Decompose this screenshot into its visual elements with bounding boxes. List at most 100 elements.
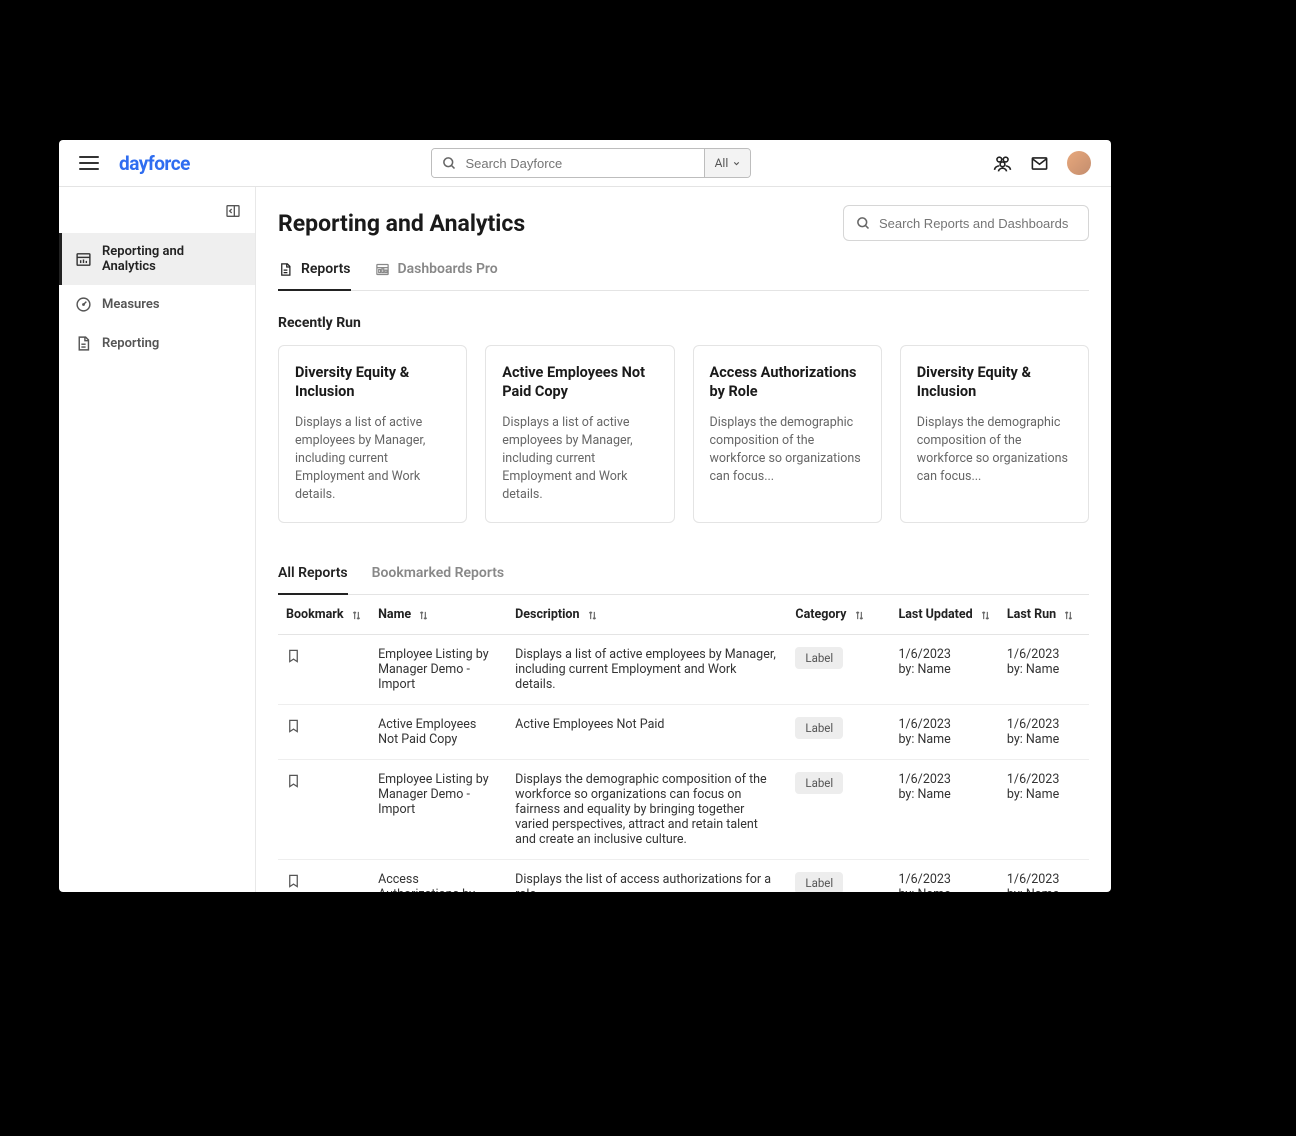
col-description[interactable]: Description	[507, 595, 787, 635]
tab-label: Reports	[301, 261, 351, 277]
sidebar-item-reporting-analytics[interactable]: Reporting and Analytics	[59, 233, 255, 285]
search-icon	[856, 216, 871, 231]
cell-category: Label	[787, 705, 890, 760]
page-title: Reporting and Analytics	[278, 210, 525, 237]
sidebar-item-label: Measures	[102, 297, 160, 312]
subtab-all-reports[interactable]: All Reports	[278, 555, 348, 595]
sort-icon	[854, 610, 865, 621]
recent-cards: Diversity Equity & Inclusion Displays a …	[278, 345, 1089, 523]
cell-description: Active Employees Not Paid	[507, 705, 787, 760]
cell-last-updated: 1/6/2023by: Name	[890, 635, 998, 705]
category-badge: Label	[795, 872, 843, 892]
sidebar: Reporting and Analytics Measures Reporti…	[59, 187, 256, 892]
dashboard-icon	[375, 262, 390, 277]
recent-card[interactable]: Diversity Equity & Inclusion Displays a …	[278, 345, 467, 523]
page-search[interactable]	[843, 205, 1089, 241]
cell-bookmark	[278, 635, 370, 705]
col-last-run[interactable]: Last Run	[999, 595, 1089, 635]
chevron-down-icon	[732, 159, 741, 168]
col-name[interactable]: Name	[370, 595, 507, 635]
main-tabs: Reports Dashboards Pro	[278, 251, 1089, 291]
global-search-filter[interactable]: All	[704, 149, 750, 177]
cell-last-updated: 1/6/2023by: Name	[890, 760, 998, 860]
avatar[interactable]	[1067, 151, 1091, 175]
col-last-updated[interactable]: Last Updated	[890, 595, 998, 635]
document-icon	[278, 262, 293, 277]
cell-name: Employee Listing by Manager Demo - Impor…	[370, 760, 507, 860]
table-row[interactable]: Active Employees Not Paid CopyActive Emp…	[278, 705, 1089, 760]
main-header: Reporting and Analytics	[278, 205, 1089, 241]
bookmark-icon[interactable]	[286, 647, 301, 665]
table-header-row: Bookmark Name Description Category	[278, 595, 1089, 635]
document-icon	[75, 335, 92, 352]
app-header: dayforce All	[59, 140, 1111, 187]
sort-icon	[418, 610, 429, 621]
cell-bookmark	[278, 760, 370, 860]
card-title: Active Employees Not Paid Copy	[502, 364, 657, 402]
cell-last-run: 1/6/2023by: Name	[999, 760, 1089, 860]
gauge-icon	[75, 296, 92, 313]
table-row[interactable]: Employee Listing by Manager Demo - Impor…	[278, 760, 1089, 860]
card-desc: Displays the demographic composition of …	[710, 414, 865, 487]
cell-name: Employee Listing by Manager Demo - Impor…	[370, 635, 507, 705]
cell-last-run: 1/6/2023by: Name	[999, 705, 1089, 760]
cell-last-updated: 1/6/2023by: Name	[890, 860, 998, 892]
app-body: Reporting and Analytics Measures Reporti…	[59, 187, 1111, 892]
recently-run-title: Recently Run	[278, 315, 1089, 331]
col-category[interactable]: Category	[787, 595, 890, 635]
sidebar-item-reporting[interactable]: Reporting	[59, 324, 255, 363]
cell-last-run: 1/6/2023by: Name	[999, 860, 1089, 892]
menu-icon[interactable]	[79, 153, 99, 173]
recent-card[interactable]: Diversity Equity & Inclusion Displays th…	[900, 345, 1089, 523]
global-search-box[interactable]	[432, 149, 704, 177]
category-badge: Label	[795, 647, 843, 669]
card-desc: Displays the demographic composition of …	[917, 414, 1072, 487]
col-bookmark[interactable]: Bookmark	[278, 595, 370, 635]
table-row[interactable]: Employee Listing by Manager Demo - Impor…	[278, 635, 1089, 705]
cell-category: Label	[787, 760, 890, 860]
page-search-input[interactable]	[879, 216, 1076, 231]
cell-name: Access Authorizations by Role	[370, 860, 507, 892]
recent-card[interactable]: Access Authorizations by Role Displays t…	[693, 345, 882, 523]
category-badge: Label	[795, 717, 843, 739]
global-search-input[interactable]	[465, 156, 694, 171]
analytics-icon	[75, 251, 92, 268]
brand-logo: dayforce	[119, 152, 190, 175]
sidebar-item-measures[interactable]: Measures	[59, 285, 255, 324]
bookmark-icon[interactable]	[286, 872, 301, 890]
cell-last-updated: 1/6/2023by: Name	[890, 705, 998, 760]
sidebar-item-label: Reporting	[102, 336, 159, 351]
sort-icon	[980, 610, 991, 621]
table-row[interactable]: Access Authorizations by RoleDisplays th…	[278, 860, 1089, 892]
main-content: Reporting and Analytics Reports Dashboar…	[256, 187, 1111, 892]
global-search: All	[431, 148, 751, 178]
tab-label: Dashboards Pro	[398, 261, 498, 277]
sort-icon	[351, 610, 362, 621]
cell-name: Active Employees Not Paid Copy	[370, 705, 507, 760]
cell-bookmark	[278, 705, 370, 760]
sidebar-nav: Reporting and Analytics Measures Reporti…	[59, 233, 255, 363]
tab-dashboards-pro[interactable]: Dashboards Pro	[375, 251, 498, 291]
category-badge: Label	[795, 772, 843, 794]
card-desc: Displays a list of active employees by M…	[295, 414, 450, 505]
cell-last-run: 1/6/2023by: Name	[999, 635, 1089, 705]
card-title: Diversity Equity & Inclusion	[917, 364, 1072, 402]
collapse-sidebar-icon[interactable]	[225, 203, 241, 219]
cell-category: Label	[787, 635, 890, 705]
bookmark-icon[interactable]	[286, 717, 301, 735]
card-title: Access Authorizations by Role	[710, 364, 865, 402]
cell-bookmark	[278, 860, 370, 892]
sort-icon	[1063, 610, 1074, 621]
header-actions	[993, 151, 1091, 175]
people-icon[interactable]	[993, 154, 1012, 173]
filter-label: All	[715, 156, 729, 170]
tab-reports[interactable]: Reports	[278, 251, 351, 291]
card-title: Diversity Equity & Inclusion	[295, 364, 450, 402]
recent-card[interactable]: Active Employees Not Paid Copy Displays …	[485, 345, 674, 523]
cell-category: Label	[787, 860, 890, 892]
sidebar-item-label: Reporting and Analytics	[102, 244, 239, 274]
mail-icon[interactable]	[1030, 154, 1049, 173]
subtab-bookmarked[interactable]: Bookmarked Reports	[372, 555, 505, 595]
report-subtabs: All Reports Bookmarked Reports	[278, 555, 1089, 595]
bookmark-icon[interactable]	[286, 772, 301, 790]
